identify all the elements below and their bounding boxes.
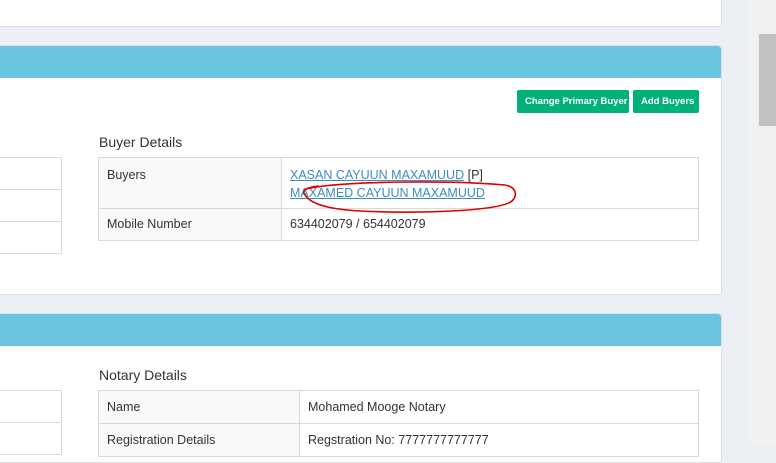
buyer-details-table: Buyers XASAN CAYUUN MAXAMUUD [P] MAXAMED… (98, 157, 699, 241)
buyer-link-secondary[interactable]: MAXAMED CAYUUN MAXAMUUD (290, 186, 485, 200)
notary-panel: Notary Details Name Mohamed Mooge Notary… (0, 313, 722, 463)
notary-details-title: Notary Details (99, 367, 187, 383)
left-table-cell (0, 422, 62, 455)
top-panel (0, 0, 722, 27)
left-table-cell (0, 390, 62, 423)
registration-details-label: Registration Details (98, 423, 300, 457)
buyer-details-title: Buyer Details (99, 134, 183, 150)
page-scrollbar[interactable] (748, 0, 776, 444)
table-row: Mobile Number 634402079 / 654402079 (98, 208, 699, 241)
left-table-cell (0, 189, 62, 222)
scrollbar-thumb[interactable] (759, 34, 776, 126)
buyer-panel-header (0, 46, 721, 78)
registration-details-value: Regstration No: 7777777777777 (299, 423, 699, 457)
mobile-number-value: 634402079 / 654402079 (281, 208, 699, 241)
table-row: Buyers XASAN CAYUUN MAXAMUUD [P] MAXAMED… (98, 157, 699, 209)
buyer-panel: Change Primary Buyer Add Buyers Buyer De… (0, 45, 722, 295)
mobile-number-label: Mobile Number (98, 208, 282, 241)
notary-details-table: Name Mohamed Mooge Notary Registration D… (98, 390, 699, 457)
left-table-cell (0, 157, 62, 190)
notary-name-value: Mohamed Mooge Notary (299, 390, 699, 424)
notary-panel-header (0, 314, 721, 346)
buyers-value: XASAN CAYUUN MAXAMUUD [P] MAXAMED CAYUUN… (281, 157, 699, 209)
left-details-table (0, 390, 62, 455)
table-row: Registration Details Regstration No: 777… (98, 423, 699, 457)
buyers-label: Buyers (98, 157, 282, 209)
primary-tag: [P] (467, 168, 483, 182)
left-table-cell (0, 221, 62, 254)
add-buyers-button[interactable]: Add Buyers (633, 90, 699, 113)
buyer-link-primary[interactable]: XASAN CAYUUN MAXAMUUD (290, 168, 464, 182)
table-row: Name Mohamed Mooge Notary (98, 390, 699, 424)
notary-name-label: Name (98, 390, 300, 424)
change-primary-buyer-button[interactable]: Change Primary Buyer (517, 90, 629, 113)
left-details-table (0, 157, 62, 254)
